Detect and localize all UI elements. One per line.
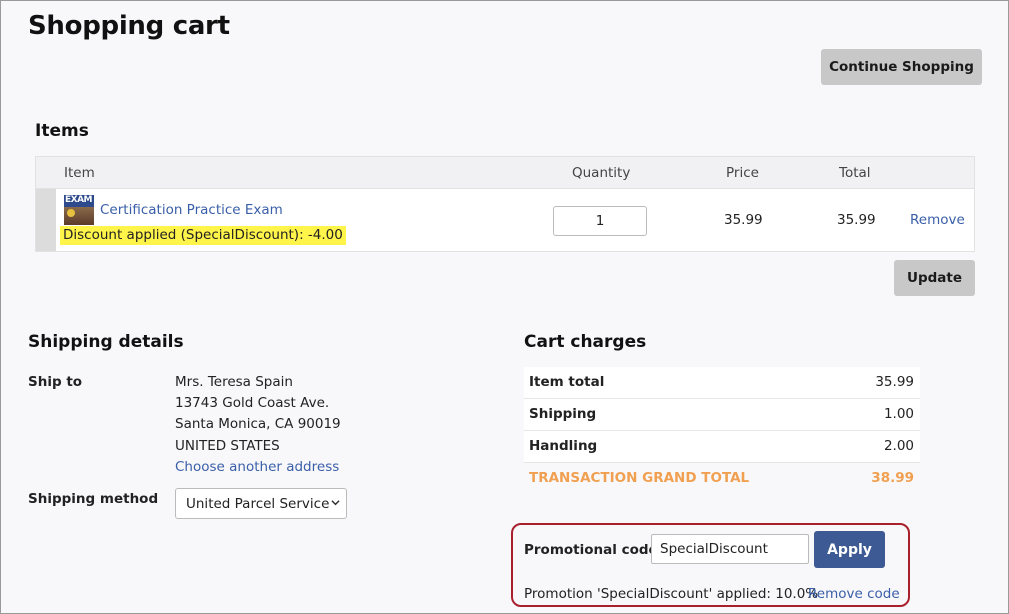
continue-shopping-button[interactable]: Continue Shopping xyxy=(821,49,982,85)
charge-row-grand-total: TRANSACTION GRAND TOTAL 38.99 xyxy=(524,463,920,495)
column-header-item: Item xyxy=(64,165,95,181)
items-table: Item Quantity Price Total EXAM Certifica… xyxy=(35,156,975,252)
remove-code-link[interactable]: Remove code xyxy=(808,586,900,602)
items-table-header: Item Quantity Price Total xyxy=(36,157,974,189)
promotion-applied-text: Promotion 'SpecialDiscount' applied: 10.… xyxy=(524,586,819,602)
charge-label: Shipping xyxy=(529,406,597,422)
choose-another-address-link[interactable]: Choose another address xyxy=(175,459,339,475)
charge-value: 35.99 xyxy=(875,374,914,390)
thumbnail-label: EXAM xyxy=(65,195,93,205)
cart-charges-table: Item total 35.99 Shipping 1.00 Handling … xyxy=(524,367,920,495)
shipping-details-heading: Shipping details xyxy=(28,332,184,352)
charge-row-shipping: Shipping 1.00 xyxy=(524,399,920,431)
shipping-method-value: United Parcel Service xyxy=(186,495,330,512)
address-line: Santa Monica, CA 90019 xyxy=(175,416,341,432)
charge-value: 1.00 xyxy=(883,406,914,422)
product-thumbnail[interactable]: EXAM xyxy=(64,195,94,225)
cart-page: Shopping cart Continue Shopping Items It… xyxy=(0,0,1009,614)
charge-label: Item total xyxy=(529,374,605,390)
address-line: Mrs. Teresa Spain xyxy=(175,374,293,390)
charge-label: Handling xyxy=(529,438,598,454)
items-heading: Items xyxy=(35,121,89,141)
column-header-quantity: Quantity xyxy=(572,165,631,181)
promotional-code-input[interactable] xyxy=(651,534,809,564)
charge-value: 2.00 xyxy=(883,438,914,454)
row-indicator xyxy=(36,189,56,251)
discount-applied-note: Discount applied (SpecialDiscount): -4.0… xyxy=(60,226,346,245)
quantity-input[interactable] xyxy=(553,206,647,236)
grand-total-value: 38.99 xyxy=(871,470,914,486)
charge-row-handling: Handling 2.00 xyxy=(524,431,920,463)
update-button[interactable]: Update xyxy=(894,260,975,296)
page-title: Shopping cart xyxy=(28,11,230,41)
address-line: 13743 Gold Coast Ave. xyxy=(175,395,330,411)
charge-row-item-total: Item total 35.99 xyxy=(524,367,920,399)
column-header-total: Total xyxy=(839,165,871,181)
product-name-link[interactable]: Certification Practice Exam xyxy=(100,202,283,218)
apply-button[interactable]: Apply xyxy=(814,531,885,568)
column-header-price: Price xyxy=(726,165,759,181)
item-price: 35.99 xyxy=(724,212,763,228)
cart-charges-heading: Cart charges xyxy=(524,332,647,352)
address-line: UNITED STATES xyxy=(175,438,280,454)
shipping-method-select[interactable]: United Parcel Service xyxy=(175,488,347,519)
shipping-method-label: Shipping method xyxy=(28,491,159,507)
chevron-down-icon xyxy=(331,500,340,506)
remove-item-link[interactable]: Remove xyxy=(910,212,965,228)
thumbnail-badge-icon xyxy=(67,209,75,217)
item-total: 35.99 xyxy=(837,212,876,228)
promotional-code-label: Promotional code xyxy=(524,542,658,558)
grand-total-label: TRANSACTION GRAND TOTAL xyxy=(529,470,750,486)
promotional-code-box: Promotional code Apply Promotion 'Specia… xyxy=(511,523,910,607)
ship-to-label: Ship to xyxy=(28,374,83,390)
